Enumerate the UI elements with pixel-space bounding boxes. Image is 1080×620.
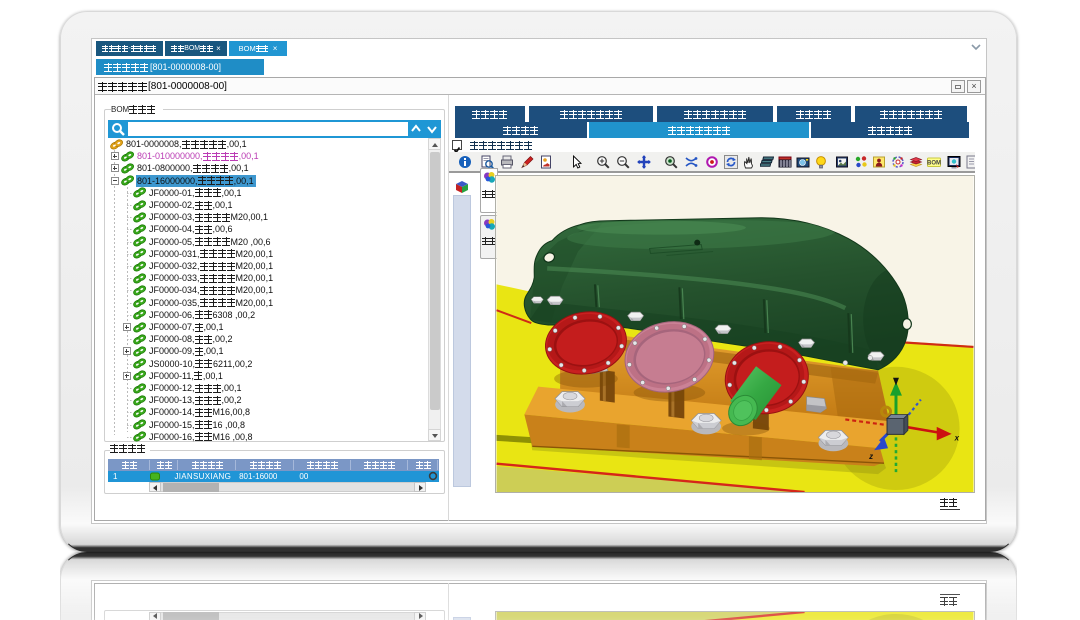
svg-text:BOM: BOM: [927, 161, 941, 167]
svg-text:z: z: [868, 452, 873, 461]
svg-text:x: x: [954, 433, 960, 442]
